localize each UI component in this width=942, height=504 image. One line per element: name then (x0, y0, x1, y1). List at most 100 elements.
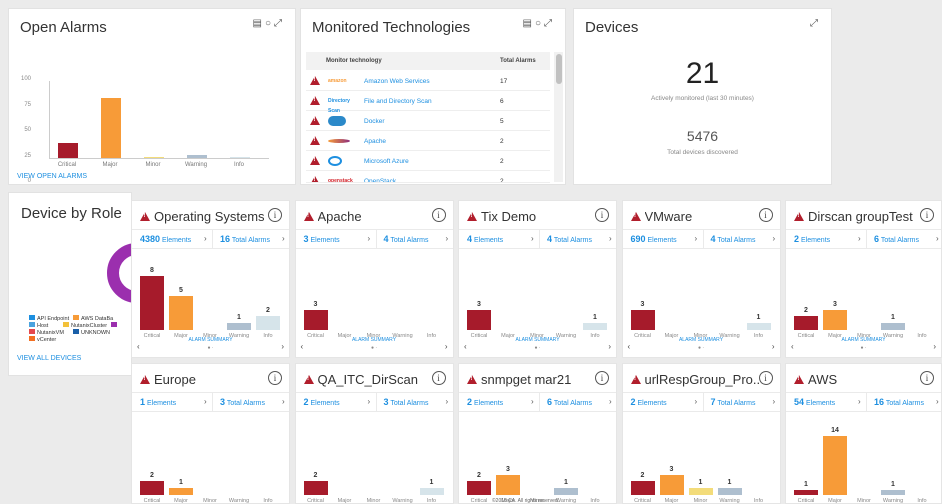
refresh-icon[interactable]: ○ (265, 18, 274, 29)
group-tile[interactable]: Tix Demoi 4 Elements › 4 Total Alarms › 3Crit… (458, 200, 617, 358)
chevron-right-icon[interactable]: › (936, 234, 939, 243)
info-icon[interactable]: i (268, 208, 282, 222)
group-tile[interactable]: VMwarei 690 Elements › 4 Total Alarms › 3Crit… (621, 200, 781, 358)
bar-critical[interactable] (140, 275, 164, 330)
bar-critical[interactable] (630, 481, 655, 495)
view-all-devices-link[interactable]: VIEW ALL DEVICES (17, 355, 81, 362)
info-icon[interactable]: i (431, 208, 446, 222)
tile-title[interactable]: Dirscan groupTest (808, 209, 923, 224)
bar-warning[interactable] (187, 154, 207, 158)
bar-warning[interactable] (717, 488, 742, 495)
tile-title[interactable]: VMware (645, 209, 760, 224)
bar-warning[interactable] (881, 323, 905, 330)
elements-link[interactable]: 4 Elements (467, 234, 503, 244)
elements-link[interactable]: 54 Elements (794, 397, 835, 407)
tech-row[interactable]: amazon Amazon Web Services 17 (306, 71, 550, 91)
tech-name-link[interactable]: OpenStack (364, 178, 396, 182)
chevron-right-icon[interactable]: › (282, 234, 285, 243)
bar-critical[interactable] (303, 309, 328, 330)
chevron-right-icon[interactable]: › (446, 234, 449, 243)
info-icon[interactable]: i (920, 208, 934, 222)
elements-link[interactable]: 3 Elements (304, 234, 340, 244)
export-icon[interactable]: ▤ (253, 18, 265, 29)
tech-row[interactable]: Apache 2 (306, 131, 550, 151)
bar-critical[interactable] (794, 316, 818, 330)
info-icon[interactable]: i (268, 371, 282, 385)
tile-title[interactable]: urlRespGroup_Pro... (645, 372, 760, 387)
elements-link[interactable]: 2 Elements (631, 397, 667, 407)
chevron-right-icon[interactable]: › (858, 234, 861, 243)
bar-critical[interactable] (794, 490, 818, 495)
info-icon[interactable]: i (595, 371, 609, 385)
expand-icon[interactable]: ⤢ (544, 18, 555, 29)
group-tile[interactable]: AWSi 54 Elements › 16 Total Alarms › 1 Critica… (785, 363, 942, 504)
info-icon[interactable]: i (595, 208, 609, 222)
chevron-right-icon[interactable]: › (204, 397, 207, 406)
export-icon[interactable]: ▤ (523, 18, 535, 29)
group-tile[interactable]: Dirscan groupTesti 2 Elements › 6 Total Ala… (785, 200, 942, 358)
alarms-link[interactable]: 16 Total Alarms (874, 397, 924, 407)
chevron-right-icon[interactable]: › (609, 397, 612, 406)
carousel-dots[interactable]: ● · (786, 345, 941, 351)
chevron-right-icon[interactable]: › (773, 234, 776, 243)
info-icon[interactable]: i (758, 208, 773, 222)
tile-title[interactable]: snmpget mar21 (481, 372, 596, 387)
group-tile[interactable]: Apachei 3 Elements › 4 Total Alarms › 3Critic… (294, 200, 454, 358)
alarms-link[interactable]: 6 Total Alarms (547, 397, 592, 407)
chevron-left-icon[interactable]: ‹ (628, 342, 631, 351)
chevron-right-icon[interactable]: › (608, 342, 611, 351)
tile-title[interactable]: Operating Systems (154, 209, 269, 224)
alarms-link[interactable]: 4 Total Alarms (547, 234, 592, 244)
bar-major[interactable] (823, 435, 847, 495)
bar-info[interactable] (583, 323, 607, 330)
carousel-dots[interactable]: ● · (459, 345, 616, 351)
chevron-right-icon[interactable]: › (773, 397, 776, 406)
bar-minor[interactable] (144, 157, 164, 158)
legend-item[interactable]: vCenter (29, 336, 56, 343)
alarms-link[interactable]: 6 Total Alarms (874, 234, 919, 244)
tech-row[interactable]: Docker 5 (306, 111, 550, 131)
alarms-link[interactable]: 7 Total Alarms (711, 397, 756, 407)
tech-table-scrollbar[interactable] (554, 52, 563, 182)
alarms-link[interactable]: 4 Total Alarms (384, 234, 429, 244)
tech-name-link[interactable]: Microsoft Azure (364, 158, 409, 165)
legend-item[interactable]: Host (29, 322, 48, 329)
expand-icon[interactable]: ⤢ (810, 18, 821, 29)
tech-row[interactable]: openstack OpenStack 2 (306, 171, 550, 183)
legend-item[interactable]: AWS DataBa (73, 315, 113, 322)
chevron-right-icon[interactable]: › (695, 397, 698, 406)
chevron-right-icon[interactable]: › (204, 234, 207, 243)
tech-row[interactable]: Directory Scan File and Directory Scan 6 (306, 91, 550, 114)
bar-major[interactable] (101, 97, 121, 158)
chevron-left-icon[interactable]: ‹ (791, 342, 794, 351)
tile-title[interactable]: Europe (154, 372, 269, 387)
info-icon[interactable]: i (920, 371, 934, 385)
bar-critical[interactable] (58, 143, 78, 158)
group-tile[interactable]: urlRespGroup_Pro...i 2 Elements › 7 Total A… (621, 363, 781, 504)
tile-title[interactable]: Tix Demo (481, 209, 596, 224)
chevron-right-icon[interactable]: › (936, 397, 939, 406)
chevron-right-icon[interactable]: › (368, 234, 371, 243)
carousel-dots[interactable]: ● · (623, 345, 780, 351)
chevron-right-icon[interactable]: › (445, 342, 448, 351)
tile-title[interactable]: AWS (808, 372, 923, 387)
elements-link[interactable]: 690 Elements (631, 234, 677, 244)
chevron-right-icon[interactable]: › (281, 342, 284, 351)
bar-critical[interactable] (140, 481, 164, 495)
legend-item[interactable] (111, 322, 119, 329)
chevron-right-icon[interactable]: › (368, 397, 371, 406)
bar-critical[interactable] (467, 309, 491, 330)
alarms-link[interactable]: 4 Total Alarms (711, 234, 756, 244)
bar-info[interactable] (230, 157, 250, 158)
chevron-right-icon[interactable]: › (609, 234, 612, 243)
expand-icon[interactable]: ⤢ (274, 18, 285, 29)
legend-item[interactable]: API Endpoint (29, 315, 69, 322)
chevron-right-icon[interactable]: › (282, 397, 285, 406)
alarms-link[interactable]: 16 Total Alarms (220, 234, 270, 244)
bar-critical[interactable] (467, 481, 491, 495)
bar-major[interactable] (823, 309, 847, 330)
tech-name-link[interactable]: Apache (364, 138, 386, 145)
chevron-right-icon[interactable]: › (772, 342, 775, 351)
tile-title[interactable]: Apache (318, 209, 433, 224)
bar-info[interactable] (419, 488, 444, 495)
